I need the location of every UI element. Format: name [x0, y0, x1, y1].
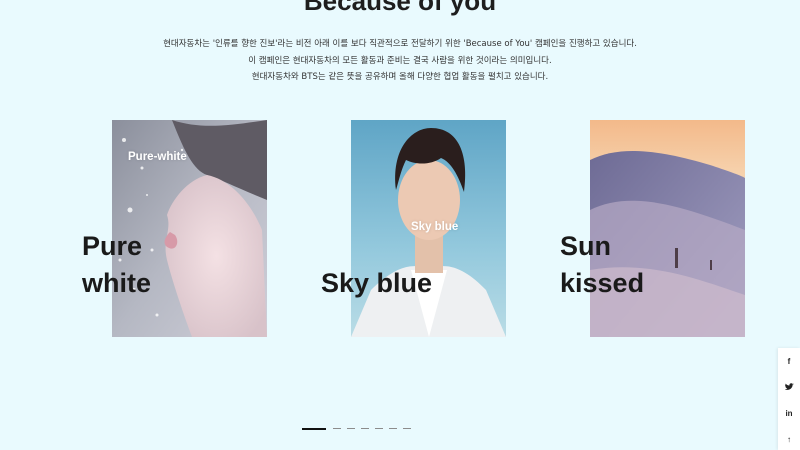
carousel-dot-2[interactable] — [333, 428, 341, 429]
intro-line: 현대자동차는 '인류를 향한 진보'라는 비전 아래 이를 보다 직관적으로 전… — [163, 39, 637, 49]
carousel-dot-6[interactable] — [389, 428, 397, 429]
carousel-dot-1[interactable] — [302, 428, 326, 430]
twitter-icon — [784, 383, 794, 390]
card-title-line: kissed — [560, 268, 645, 298]
card-title-pure-white: Pure white — [82, 228, 151, 302]
carousel-dot-3[interactable] — [347, 428, 355, 429]
carousel-dot-7[interactable] — [403, 428, 411, 429]
carousel-dot-4[interactable] — [361, 428, 369, 429]
carousel-dot-5[interactable] — [375, 428, 383, 429]
intro-text: 현대자동차는 '인류를 향한 진보'라는 비전 아래 이를 보다 직관적으로 전… — [0, 36, 800, 86]
facebook-icon: f — [787, 356, 791, 366]
intro-line: 이 캠페인은 현대자동차의 모든 활동과 준비는 결국 사람을 위한 것이라는 … — [248, 55, 552, 66]
card-tag: Pure-white — [128, 151, 187, 163]
card-title-line: Pure — [82, 231, 143, 261]
share-bar: f in ↑ — [778, 348, 800, 450]
linkedin-icon: in — [785, 408, 793, 418]
card-title-sun-kissed: Sun kissed — [560, 228, 644, 302]
card-title-line: Sun — [560, 231, 611, 261]
card-tag: Sky blue — [411, 221, 459, 233]
twitter-share-button[interactable] — [778, 378, 800, 396]
card-title-line: Sky blue — [321, 268, 433, 298]
card-title-sky-blue: Sky blue — [321, 265, 432, 302]
intro-line: 현대자동차와 BTS는 같은 뜻을 공유하며 올해 다양한 협업 활동을 펼치고… — [251, 72, 549, 82]
scroll-top-button[interactable]: ↑ — [778, 430, 800, 448]
linkedin-share-button[interactable]: in — [778, 404, 800, 422]
arrow-up-icon: ↑ — [787, 434, 791, 444]
section-title: Because of you — [303, 0, 497, 16]
card-title-line: white — [82, 268, 152, 298]
facebook-share-button[interactable]: f — [778, 352, 800, 370]
card-sky-blue-image[interactable]: Sky blue — [351, 120, 506, 337]
